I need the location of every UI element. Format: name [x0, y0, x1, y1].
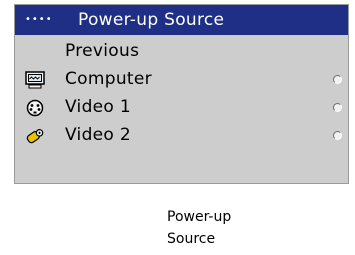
menu-item-video-2[interactable]: Video 2	[15, 121, 348, 149]
menu-item-computer[interactable]: Computer	[15, 65, 348, 93]
menu-item-label: Computer	[65, 69, 152, 89]
menu-header: •••• Power-up Source	[15, 5, 348, 35]
menu-item-label: Video 1	[65, 97, 131, 117]
menu-item-video-1[interactable]: Video 1	[15, 93, 348, 121]
svideo-connector-icon	[25, 98, 45, 117]
menu-item-label: Video 2	[65, 125, 131, 145]
caption-line-1: Power-up	[167, 209, 232, 225]
composite-rca-connector-icon	[25, 126, 45, 144]
video-1-radio-button[interactable]	[333, 103, 342, 112]
caption-line-2: Source	[167, 231, 216, 247]
figure-caption: Power-up Source	[167, 206, 287, 250]
menu-item-label: Previous	[65, 41, 140, 61]
computer-radio-button[interactable]	[333, 75, 342, 84]
menu-title: Power-up Source	[78, 10, 225, 30]
computer-monitor-icon	[25, 70, 45, 89]
power-up-source-menu: •••• Power-up Source Previous Computer V…	[14, 4, 349, 184]
menu-item-previous[interactable]: Previous	[15, 37, 348, 65]
video-2-radio-button[interactable]	[333, 131, 342, 140]
menu-level-dots: ••••	[25, 14, 53, 25]
